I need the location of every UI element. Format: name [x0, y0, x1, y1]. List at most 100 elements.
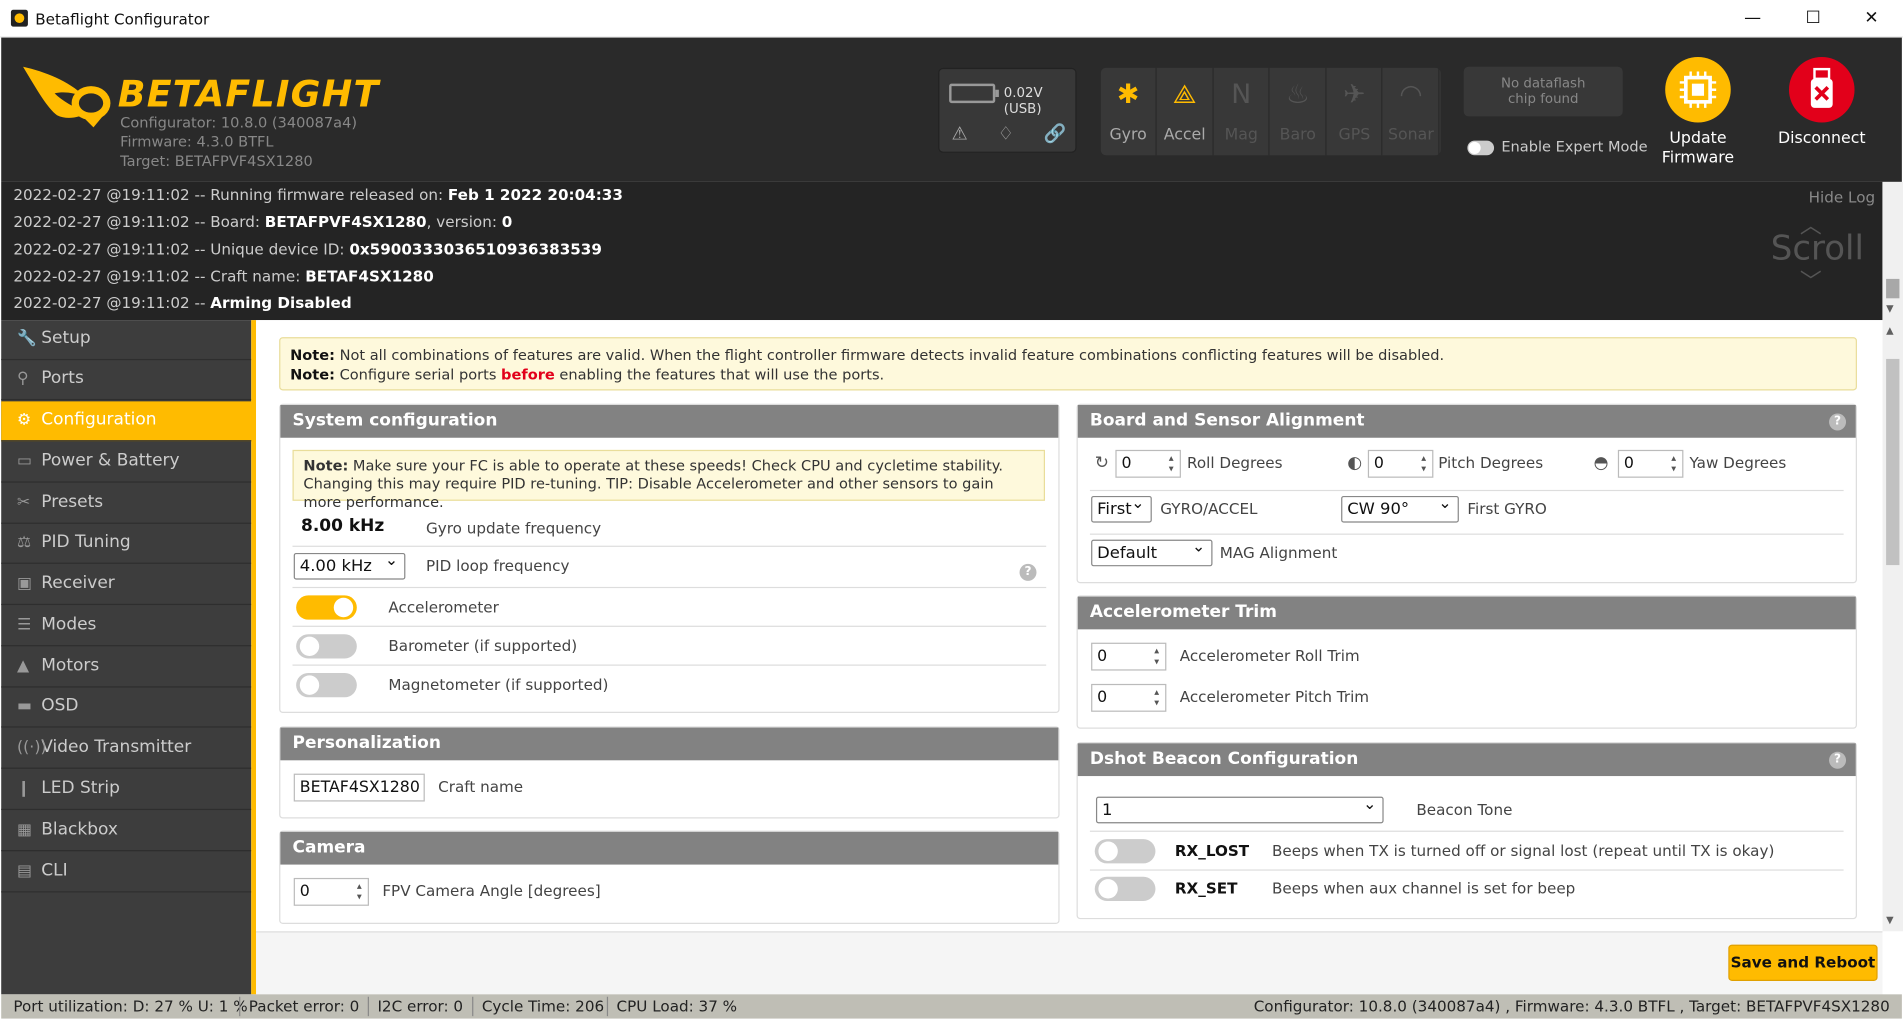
help-icon[interactable]: ?: [1829, 413, 1847, 431]
sidebar-item-pid-tuning[interactable]: ⚖ PID Tuning: [1, 524, 252, 564]
note-text: Not all combinations of features are val…: [334, 346, 1445, 364]
sidebar-item-label: Setup: [41, 328, 91, 349]
sidebar-item-configuration[interactable]: ⚙ Configuration: [1, 401, 254, 442]
craft-name-input[interactable]: BETAF4SX1280: [293, 773, 425, 802]
sidebar-item-cli[interactable]: ▤ CLI: [1, 852, 252, 893]
sonar-icon: ◠: [1399, 80, 1423, 111]
note-label: Note:: [303, 457, 349, 475]
mag-icon: N: [1231, 80, 1252, 111]
roll-degrees-input[interactable]: 0: [1115, 449, 1181, 478]
log-text: , version:: [426, 212, 502, 231]
sidebar-item-led-strip[interactable]: ❙ LED Strip: [1, 770, 252, 811]
panel-title: Personalization: [280, 727, 1059, 761]
magnetometer-toggle[interactable]: [296, 672, 357, 698]
rx-lost-toggle[interactable]: [1094, 839, 1156, 864]
log-value: BETAF4SX1280: [305, 266, 434, 285]
accel-pitch-trim-input[interactable]: 0: [1091, 683, 1167, 712]
packet-error: Packet error: 0: [248, 996, 360, 1015]
first-gyro-label: First GYRO: [1467, 499, 1547, 518]
pid-freq-select[interactable]: 4.00 kHz: [293, 549, 406, 580]
accel-icon: ⟁: [1172, 80, 1197, 111]
disconnect-button[interactable]: Disconnect: [1776, 56, 1868, 149]
mag-alignment-select[interactable]: Default: [1091, 536, 1213, 567]
close-button[interactable]: ✕: [1842, 0, 1900, 38]
chevron-down-icon: ﹀: [1799, 269, 1822, 295]
log-text: 2022-02-27 @19:11:02 -- Unique device ID…: [13, 239, 350, 258]
gyro-icon: ✱: [1116, 80, 1140, 111]
beacon-tone-select[interactable]: 1: [1095, 793, 1384, 824]
link-icon: 🔗: [1043, 122, 1067, 145]
status-bar: Port utilization: D: 27 % U: 1 % Packet …: [1, 994, 1902, 1019]
panel-title: Camera: [280, 831, 1059, 865]
help-icon[interactable]: ?: [1829, 751, 1847, 769]
help-icon[interactable]: ?: [1019, 563, 1037, 581]
gps-icon: ✈: [1343, 80, 1366, 111]
content-scroll-thumb[interactable]: [1886, 358, 1900, 566]
sidebar-item-motors[interactable]: ▲ Motors: [1, 648, 252, 688]
receiver-icon: ▣: [16, 574, 32, 593]
presets-icon: ✂: [16, 493, 31, 512]
sidebar-item-blackbox[interactable]: ▦ Blackbox: [1, 811, 252, 852]
sidebar-item-receiver[interactable]: ▣ Receiver: [1, 565, 252, 606]
sidebar-item-video-transmitter[interactable]: ((·)) Video Transmitter: [1, 729, 252, 769]
sidebar-nav: 🔧 Setup ⚲ Ports ⚙ Configuration ▭ Power & Batte…: [1, 320, 254, 995]
sidebar-item-label: PID Tuning: [41, 532, 131, 552]
pitch-degrees-input[interactable]: 0: [1367, 449, 1434, 478]
accel-roll-trim-input[interactable]: 0: [1091, 642, 1167, 671]
main-content: Note: Not all combinations of features a…: [256, 320, 1883, 932]
sidebar-item-modes[interactable]: ☰ Modes: [1, 606, 252, 647]
sidebar-item-presets[interactable]: ✂ Presets: [1, 484, 252, 524]
barometer-toggle[interactable]: [296, 634, 357, 659]
divider: [1089, 830, 1844, 832]
minimize-button[interactable]: —: [1723, 0, 1781, 38]
sidebar-item-label: Power & Battery: [41, 451, 180, 471]
maximize-button[interactable]: ☐: [1784, 0, 1842, 38]
log-line: 2022-02-27 @19:11:02 -- Board: BETAFPVF4…: [13, 213, 512, 231]
sidebar-item-ports[interactable]: ⚲ Ports: [1, 360, 252, 401]
sidebar-item-osd[interactable]: ▬ OSD: [1, 688, 252, 728]
note-emphasis: before: [501, 366, 555, 384]
window-title: Betaflight Configurator: [35, 9, 210, 28]
sidebar-item-label: Presets: [41, 492, 104, 512]
yaw-degrees-input[interactable]: 0: [1617, 449, 1684, 478]
log-value: 0x590033303651093638353​9: [349, 239, 602, 258]
panel-title-text: Board and Sensor Alignment: [1089, 411, 1365, 431]
scroll-up-arrow[interactable]: ▲: [1886, 325, 1893, 336]
scroll-down-arrow[interactable]: ▼: [1886, 303, 1893, 314]
beacon-tone-label: Beacon Tone: [1416, 800, 1513, 819]
yaw-degrees-label: Yaw Degrees: [1689, 453, 1787, 472]
rx-set-toggle[interactable]: [1094, 876, 1156, 901]
camera-angle-input[interactable]: 0: [293, 877, 369, 906]
log-panel: 2022-02-27 @19:11:02 -- Running firmware…: [1, 181, 1883, 321]
gear-icon: ⚙: [16, 411, 32, 430]
update-firmware-button[interactable]: Update Firmware: [1657, 56, 1740, 169]
hide-log-link[interactable]: Hide Log: [1809, 188, 1876, 206]
save-and-reboot-button[interactable]: Save and Reboot: [1728, 944, 1878, 981]
system-config-panel: System configuration Note: Make sure you…: [279, 403, 1060, 714]
note-text: enabling the features that will use the …: [554, 366, 885, 384]
panel-title-text: Dshot Beacon Configuration: [1089, 749, 1359, 769]
expert-mode-switch[interactable]: [1467, 140, 1495, 155]
log-line: 2022-02-27 @19:11:02 -- Arming Disabled: [13, 294, 351, 312]
rx-set-label: RX_SET: [1174, 879, 1238, 898]
expert-mode-toggle[interactable]: Enable Expert Mode: [1467, 138, 1648, 156]
battery-status: 0.02V (USB) ⚠ ♢ 🔗: [938, 67, 1077, 153]
accelerometer-toggle[interactable]: [296, 595, 357, 620]
log-scroll-thumb[interactable]: [1886, 278, 1900, 299]
battery-icon: ▭: [16, 452, 32, 471]
expert-mode-label: Enable Expert Mode: [1501, 138, 1648, 156]
gyro-accel-select[interactable]: First: [1091, 492, 1152, 523]
sidebar-item-label: Modes: [41, 614, 97, 635]
gyro-alignment-select[interactable]: CW 90°: [1341, 492, 1459, 523]
vertical-scrollbar[interactable]: ▼ ▲ ▼: [1882, 181, 1903, 932]
divider: [1089, 533, 1844, 535]
sidebar-item-power-battery[interactable]: ▭ Power & Battery: [1, 443, 252, 483]
scroll-down-arrow[interactable]: ▼: [1886, 914, 1893, 925]
configurator-version: Configurator: 10.8.0 (340087a4): [120, 113, 358, 131]
sensor-label: Gyro: [1109, 126, 1147, 145]
modes-icon: ☰: [16, 616, 32, 635]
system-config-note: Note: Make sure your FC is able to opera…: [292, 449, 1045, 511]
usb-icon: [1788, 56, 1855, 123]
divider: [472, 996, 474, 1017]
sidebar-item-setup[interactable]: 🔧 Setup: [1, 320, 252, 361]
